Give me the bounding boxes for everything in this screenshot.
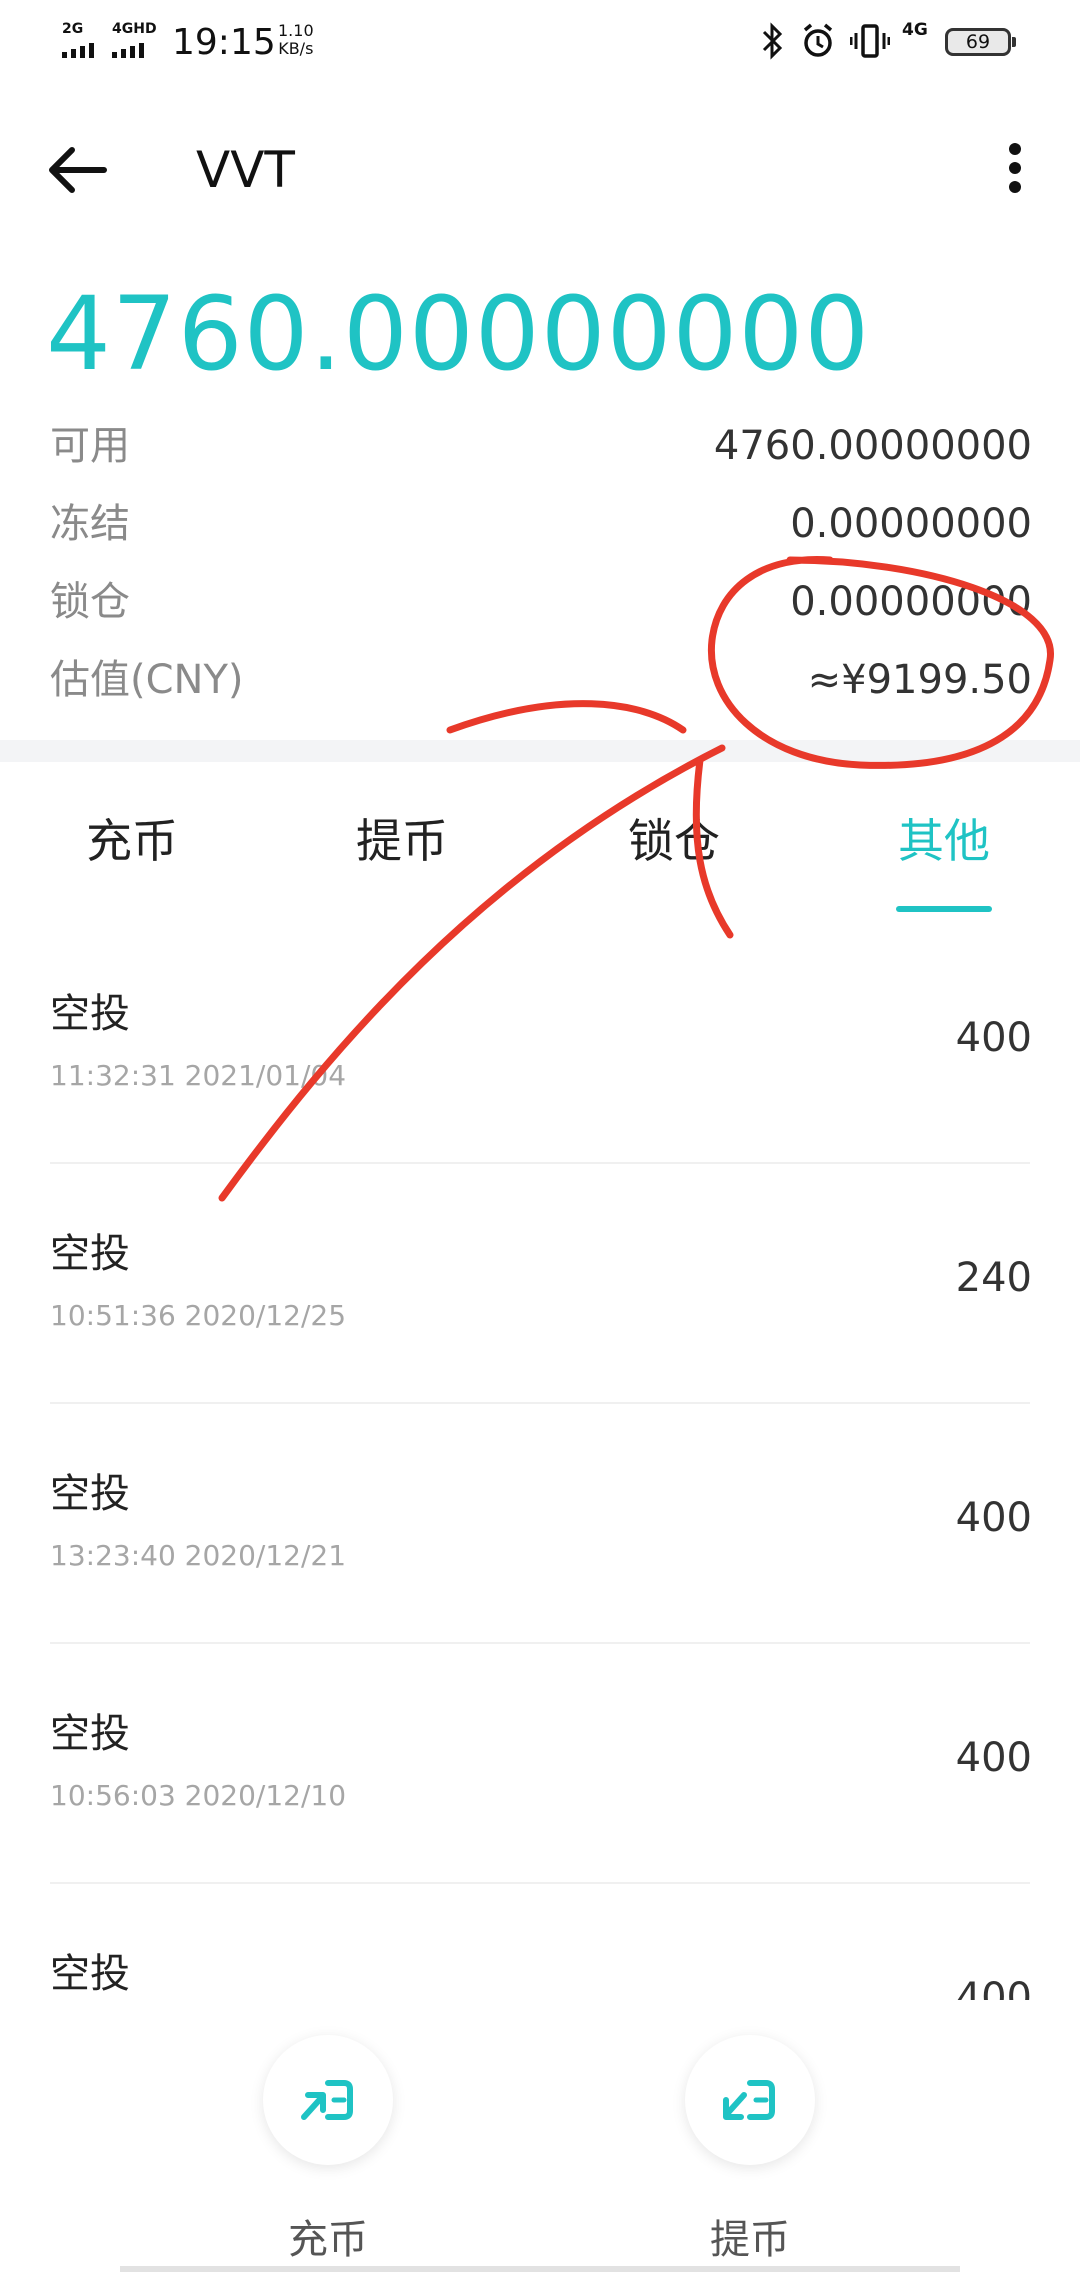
bottom-edge-strip	[120, 2266, 960, 2272]
withdraw-button[interactable]: 提币	[635, 2035, 835, 2265]
withdraw-icon	[685, 2035, 815, 2165]
list-divider	[50, 1162, 1030, 1164]
balance-row-available: 可用 4760.00000000	[50, 416, 1032, 476]
list-item[interactable]: 空投 13:23:40 2020/12/21 400	[0, 1464, 1080, 1704]
transaction-title: 空投	[50, 1231, 130, 1277]
balance-row-locked: 锁仓 0.00000000	[50, 572, 1032, 632]
network-type-4ghd: 4GHD	[112, 21, 157, 37]
network-speed-value: 1.10	[278, 21, 314, 40]
transaction-time: 13:23:40 2020/12/21	[50, 1539, 347, 1572]
transaction-time: 11:32:31 2021/01/04	[50, 1059, 347, 1092]
balance-row-label: 冻结	[50, 501, 130, 547]
section-divider	[0, 740, 1080, 762]
bluetooth-icon	[760, 22, 784, 71]
transaction-amount: 400	[955, 1735, 1032, 1781]
arrow-left-icon	[49, 147, 107, 193]
battery-indicator: 69	[945, 28, 1016, 56]
network-speed-unit: KB/s	[278, 39, 314, 58]
transaction-amount: 400	[955, 1495, 1032, 1541]
tab-lock[interactable]: 锁仓	[628, 806, 720, 876]
vibrate-icon	[849, 22, 891, 71]
more-options-button[interactable]	[990, 135, 1040, 205]
total-balance: 4760.00000000	[46, 275, 871, 394]
balance-row-frozen: 冻结 0.00000000	[50, 494, 1032, 554]
deposit-button[interactable]: 充币	[213, 2035, 413, 2265]
alarm-icon	[800, 22, 836, 71]
signal-4g-icon: 4GHD	[112, 22, 166, 62]
transaction-time: 10:51:36 2020/12/25	[50, 1299, 347, 1332]
back-button[interactable]	[40, 130, 120, 210]
network-type-4g: 4G	[902, 20, 928, 40]
list-divider	[50, 1642, 1030, 1644]
list-item[interactable]: 空投 10:56:03 2020/12/10 400	[0, 1704, 1080, 1944]
list-item[interactable]: 空投 10:51:36 2020/12/25 240	[0, 1224, 1080, 1464]
tab-withdraw[interactable]: 提币	[356, 806, 448, 876]
tab-deposit[interactable]: 充币	[86, 806, 178, 876]
transaction-time: 10:56:03 2020/12/10	[50, 1779, 347, 1812]
signal-2g-icon: 2G	[62, 22, 108, 62]
transaction-title: 空投	[50, 1471, 130, 1517]
transaction-amount: 240	[955, 1255, 1032, 1301]
withdraw-label: 提币	[710, 2217, 790, 2263]
page-title: VVT	[196, 141, 295, 199]
status-time: 19:15	[172, 22, 276, 63]
deposit-icon	[263, 2035, 393, 2165]
balance-row-valuation: 估值(CNY) ≈¥9199.50	[50, 650, 1032, 710]
tab-other[interactable]: 其他	[898, 806, 990, 876]
status-bar: 2G 4GHD 19:15 1.10 KB/s 4G 69	[0, 0, 1080, 90]
list-item[interactable]: 空投 11:32:31 2021/01/04 400	[0, 984, 1080, 1224]
active-tab-indicator	[896, 906, 992, 912]
deposit-label: 充币	[288, 2217, 368, 2263]
transaction-title: 空投	[50, 1711, 130, 1757]
transaction-title: 空投	[50, 991, 130, 1037]
network-speed: 1.10 KB/s	[278, 22, 314, 58]
balance-row-label: 可用	[50, 423, 130, 469]
bottom-action-bar	[0, 2000, 1080, 2280]
balance-row-value: ≈¥9199.50	[807, 657, 1032, 703]
balance-row-value: 4760.00000000	[713, 423, 1032, 469]
transaction-amount: 400	[955, 1015, 1032, 1061]
balance-row-label: 锁仓	[50, 579, 130, 625]
transaction-title: 空投	[50, 1951, 130, 1997]
more-vertical-icon	[1009, 143, 1021, 193]
balance-row-label: 估值(CNY)	[50, 657, 244, 703]
balance-row-value: 0.00000000	[790, 579, 1032, 625]
network-type-2g: 2G	[62, 21, 84, 37]
list-divider	[50, 1882, 1030, 1884]
balance-row-value: 0.00000000	[790, 501, 1032, 547]
list-divider	[50, 1402, 1030, 1404]
